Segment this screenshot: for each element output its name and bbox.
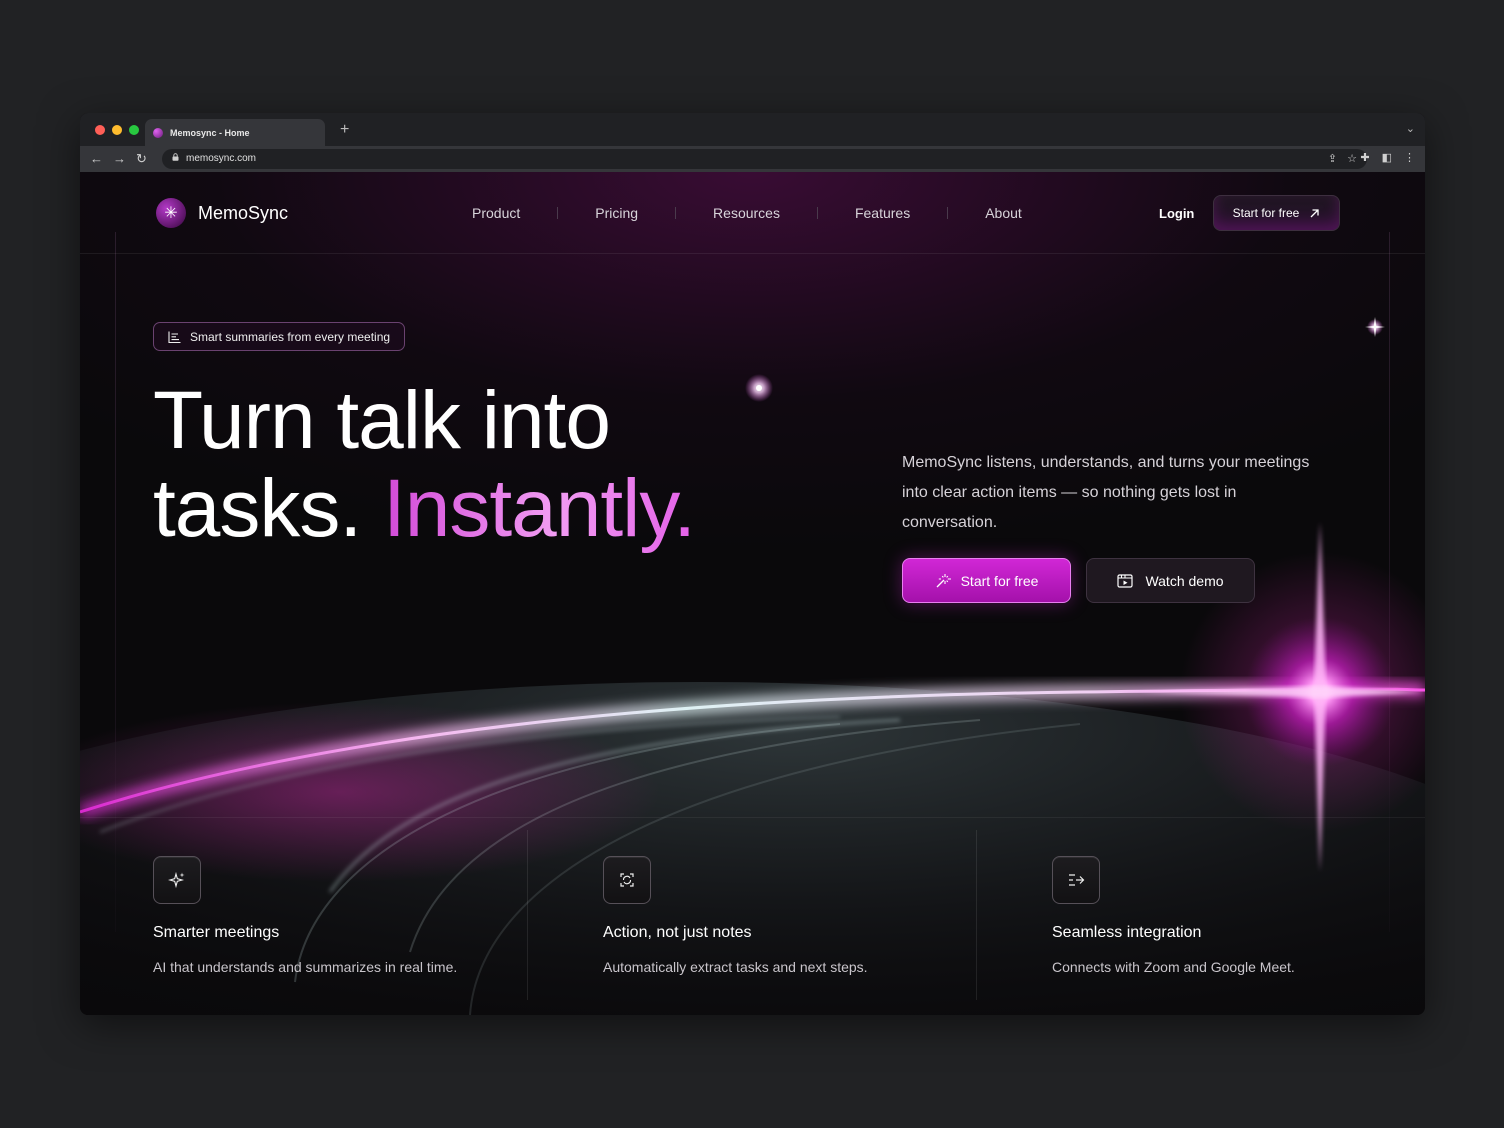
browser-tab[interactable]: Memosync - Home: [145, 119, 325, 146]
tab-title: Memosync - Home: [170, 127, 250, 138]
main-menu: Product Pricing Resources Features About: [472, 205, 1022, 221]
feature-divider: [976, 830, 977, 1000]
new-tab-button[interactable]: +: [340, 121, 349, 139]
nav-link-features[interactable]: Features: [855, 205, 910, 221]
maximize-window-button[interactable]: [129, 125, 139, 135]
refresh-icon: [603, 856, 651, 904]
menu-divider: [675, 207, 677, 219]
feature-description: AI that understands and summarizes in re…: [153, 959, 458, 975]
header-start-free-label: Start for free: [1232, 206, 1300, 220]
back-arrow-icon[interactable]: ←: [90, 151, 103, 167]
headline-line-2: tasks.: [153, 463, 383, 554]
bookmark-star-icon[interactable]: ☆: [1347, 152, 1357, 165]
video-play-icon: [1117, 573, 1134, 588]
magic-wand-icon: [936, 573, 951, 587]
hero-description: MemoSync listens, understands, and turns…: [902, 454, 1310, 531]
memosync-logo-icon: ✳: [156, 198, 186, 228]
hero-start-free-label: Start for free: [960, 572, 1039, 589]
favicon-icon: [153, 127, 163, 138]
browser-tab-bar: Memosync - Home + ⌄: [80, 113, 1425, 146]
menu-divider: [947, 207, 949, 219]
sparkle-icon: [153, 856, 201, 904]
feature-title: Smarter meetings: [153, 924, 280, 941]
browser-menu-icon[interactable]: ⋮: [1404, 151, 1415, 164]
feature-title: Seamless integration: [1052, 924, 1202, 941]
lock-icon: [172, 153, 179, 161]
menu-divider: [557, 207, 559, 219]
nav-link-pricing[interactable]: Pricing: [595, 205, 638, 221]
nav-link-about[interactable]: About: [985, 205, 1022, 221]
header-start-free-button[interactable]: Start for free: [1213, 195, 1340, 231]
arrow-up-right-icon: [1310, 208, 1319, 217]
watch-demo-label: Watch demo: [1145, 572, 1224, 589]
feature-divider: [527, 830, 528, 1000]
site-header: ✳ MemoSync Product Pricing Resources Fea…: [80, 172, 1425, 254]
forward-arrow-icon[interactable]: →: [113, 151, 126, 167]
address-bar[interactable]: memosync.com ⇪ ☆: [162, 149, 1367, 169]
watch-demo-button[interactable]: Watch demo: [1086, 558, 1255, 603]
feature-strip: Smarter meetings AI that understands and…: [80, 817, 1425, 1015]
headline-line-1: Turn talk into: [153, 375, 611, 466]
menu-divider: [816, 207, 818, 219]
window-controls: [95, 125, 139, 135]
minimize-window-button[interactable]: [112, 125, 122, 135]
headline-accent-word: Instantly.: [382, 463, 696, 554]
feature-title: Action, not just notes: [603, 924, 752, 941]
integration-icon: [1052, 856, 1100, 904]
brand-logo[interactable]: ✳ MemoSync: [156, 198, 288, 228]
feature-card: Seamless integration Connects with Zoom …: [1052, 818, 1425, 1015]
nav-link-resources[interactable]: Resources: [713, 205, 780, 221]
hero-badge: Smart summaries from every meeting: [153, 322, 406, 351]
feature-description: Connects with Zoom and Google Meet.: [1052, 959, 1295, 975]
feature-card: Action, not just notes Automatically ext…: [603, 818, 1043, 1015]
landing-page: ✳ MemoSync Product Pricing Resources Fea…: [80, 172, 1425, 1015]
reload-icon[interactable]: ↻: [136, 151, 147, 167]
browser-toolbar: ← → ↻ memosync.com ⇪ ☆ ✚ ◧ ⋮: [80, 146, 1425, 172]
close-window-button[interactable]: [95, 125, 105, 135]
hero-badge-text: Smart summaries from every meeting: [190, 329, 391, 344]
share-icon[interactable]: ⇪: [1328, 152, 1337, 165]
extensions-puzzle-icon[interactable]: ✚: [1360, 151, 1369, 164]
nav-link-product[interactable]: Product: [472, 205, 520, 221]
summary-list-icon: [168, 331, 181, 343]
feature-description: Automatically extract tasks and next ste…: [603, 959, 868, 975]
url-text: memosync.com: [186, 153, 257, 164]
side-panel-icon[interactable]: ◧: [1382, 151, 1392, 164]
hero-headline: Turn talk into tasks. Instantly.: [153, 375, 696, 554]
tab-search-chevron-icon[interactable]: ⌄: [1406, 122, 1415, 135]
hero-start-free-button[interactable]: Start for free: [902, 558, 1071, 603]
brand-name: MemoSync: [198, 202, 289, 223]
browser-window: Memosync - Home + ⌄ ← → ↻ memosync.com ⇪…: [80, 113, 1425, 1015]
login-link[interactable]: Login: [1159, 206, 1194, 221]
